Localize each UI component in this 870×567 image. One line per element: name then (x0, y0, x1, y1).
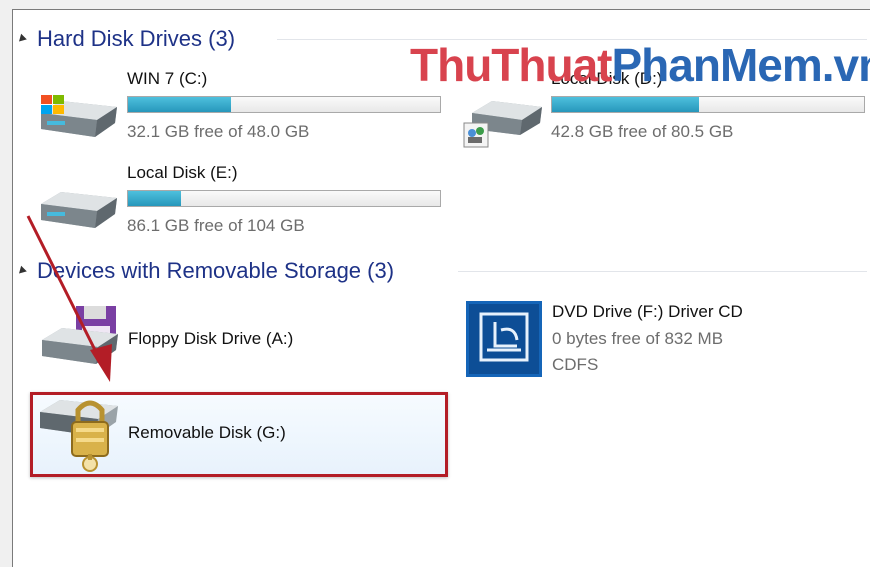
dvd-drive-icon[interactable] (465, 300, 543, 378)
watermark-logo: ThuThuatPhanMem.vn (410, 38, 870, 92)
window-frame-top (12, 0, 870, 10)
drive-name: Local Disk (E:) (127, 163, 238, 182)
collapse-triangle-icon[interactable] (16, 33, 27, 45)
locked-drive-icon[interactable] (38, 392, 120, 474)
free-space-text: 86.1 GB free of 104 GB (127, 216, 305, 235)
usage-bar (127, 190, 441, 207)
removable-disk-label[interactable]: Removable Disk (G:) (128, 423, 286, 443)
group-separator (458, 271, 867, 272)
usage-bar (551, 96, 865, 113)
windows-drive-icon[interactable] (37, 93, 119, 139)
shared-drive-icon[interactable] (462, 93, 544, 149)
free-space-text: 42.8 GB free of 80.5 GB (551, 122, 734, 141)
usage-fill (128, 97, 231, 112)
free-space-text: 32.1 GB free of 48.0 GB (127, 122, 310, 141)
dvd-filesystem-text: CDFS (552, 355, 599, 374)
watermark-part2: PhanMem.vn (611, 39, 870, 91)
floppy-drive-label[interactable]: Floppy Disk Drive (A:) (128, 329, 293, 349)
usage-fill (128, 191, 182, 206)
dvd-free-text: 0 bytes free of 832 MB (552, 329, 724, 348)
annotation-arrow-icon (26, 215, 112, 382)
dvd-drive-label[interactable]: DVD Drive (F:) Driver CD (552, 302, 743, 322)
watermark-part1: ThuThuat (410, 39, 612, 91)
group-title: Hard Disk Drives (3) (37, 26, 236, 51)
usage-bar (127, 96, 441, 113)
window-frame-left (0, 0, 13, 567)
drive-name: WIN 7 (C:) (127, 69, 208, 88)
group-header-hard-disks[interactable]: Hard Disk Drives (3) (16, 24, 236, 54)
usage-fill (552, 97, 699, 112)
